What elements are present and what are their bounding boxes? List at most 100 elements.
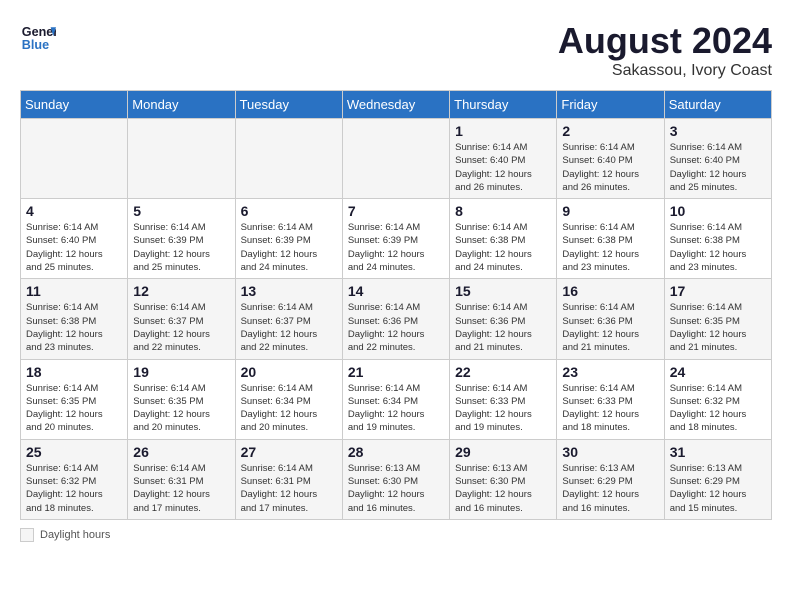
day-number: 23 <box>562 364 658 380</box>
calendar-cell <box>21 119 128 199</box>
calendar-day-header: Sunday <box>21 91 128 119</box>
calendar-day-header: Wednesday <box>342 91 449 119</box>
page-header: General Blue August 2024 Sakassou, Ivory… <box>20 20 772 80</box>
day-number: 21 <box>348 364 444 380</box>
day-info: Sunrise: 6:14 AM Sunset: 6:35 PM Dayligh… <box>670 301 766 354</box>
day-number: 9 <box>562 203 658 219</box>
day-info: Sunrise: 6:14 AM Sunset: 6:40 PM Dayligh… <box>670 141 766 194</box>
calendar-cell: 31 Sunrise: 6:13 AM Sunset: 6:29 PM Dayli… <box>664 439 771 519</box>
day-info: Sunrise: 6:14 AM Sunset: 6:39 PM Dayligh… <box>133 221 229 274</box>
day-number: 1 <box>455 123 551 139</box>
subtitle: Sakassou, Ivory Coast <box>558 62 772 80</box>
calendar-cell: 6 Sunrise: 6:14 AM Sunset: 6:39 PM Daylig… <box>235 199 342 279</box>
calendar-cell: 20Sunrise: 6:14 AM Sunset: 6:34 PM Dayli… <box>235 359 342 439</box>
day-number: 7 <box>348 203 444 219</box>
calendar-cell <box>128 119 235 199</box>
footer: Daylight hours <box>20 528 772 542</box>
calendar-cell: 28Sunrise: 6:13 AM Sunset: 6:30 PM Dayli… <box>342 439 449 519</box>
calendar-cell: 16 Sunrise: 6:14 AM Sunset: 6:36 PM Dayli… <box>557 279 664 359</box>
day-info: Sunrise: 6:14 AM Sunset: 6:31 PM Dayligh… <box>241 462 337 515</box>
daylight-box-icon <box>20 528 34 542</box>
day-number: 31 <box>670 444 766 460</box>
day-number: 19 <box>133 364 229 380</box>
day-info: Sunrise: 6:14 AM Sunset: 6:37 PM Dayligh… <box>133 301 229 354</box>
day-info: Sunrise: 6:13 AM Sunset: 6:30 PM Dayligh… <box>455 462 551 515</box>
day-info: Sunrise: 6:14 AM Sunset: 6:38 PM Dayligh… <box>562 221 658 274</box>
calendar-cell: 12 Sunrise: 6:14 AM Sunset: 6:37 PM Dayli… <box>128 279 235 359</box>
day-number: 24 <box>670 364 766 380</box>
day-info: Sunrise: 6:14 AM Sunset: 6:32 PM Dayligh… <box>26 462 122 515</box>
day-info: Sunrise: 6:14 AM Sunset: 6:36 PM Dayligh… <box>562 301 658 354</box>
day-info: Sunrise: 6:14 AM Sunset: 6:32 PM Dayligh… <box>670 382 766 435</box>
calendar-day-header: Monday <box>128 91 235 119</box>
day-info: Sunrise: 6:14 AM Sunset: 6:35 PM Dayligh… <box>133 382 229 435</box>
calendar-cell: 7Sunrise: 6:14 AM Sunset: 6:39 PM Daylig… <box>342 199 449 279</box>
calendar-cell: 29 Sunrise: 6:13 AM Sunset: 6:30 PM Dayli… <box>450 439 557 519</box>
day-number: 25 <box>26 444 122 460</box>
calendar-cell: 17 Sunrise: 6:14 AM Sunset: 6:35 PM Dayli… <box>664 279 771 359</box>
day-number: 12 <box>133 283 229 299</box>
day-number: 29 <box>455 444 551 460</box>
calendar-cell: 27 Sunrise: 6:14 AM Sunset: 6:31 PM Dayli… <box>235 439 342 519</box>
calendar-cell: 15Sunrise: 6:14 AM Sunset: 6:36 PM Dayli… <box>450 279 557 359</box>
calendar-cell: 11 Sunrise: 6:14 AM Sunset: 6:38 PM Dayli… <box>21 279 128 359</box>
day-number: 4 <box>26 203 122 219</box>
calendar-cell: 30Sunrise: 6:13 AM Sunset: 6:29 PM Dayli… <box>557 439 664 519</box>
day-info: Sunrise: 6:14 AM Sunset: 6:39 PM Dayligh… <box>241 221 337 274</box>
day-info: Sunrise: 6:14 AM Sunset: 6:40 PM Dayligh… <box>562 141 658 194</box>
calendar-cell <box>342 119 449 199</box>
calendar-week-row: 25 Sunrise: 6:14 AM Sunset: 6:32 PM Dayli… <box>21 439 772 519</box>
day-number: 10 <box>670 203 766 219</box>
day-number: 14 <box>348 283 444 299</box>
day-number: 16 <box>562 283 658 299</box>
calendar-cell: 9 Sunrise: 6:14 AM Sunset: 6:38 PM Daylig… <box>557 199 664 279</box>
day-number: 26 <box>133 444 229 460</box>
day-info: Sunrise: 6:14 AM Sunset: 6:38 PM Dayligh… <box>26 301 122 354</box>
day-number: 15 <box>455 283 551 299</box>
day-number: 17 <box>670 283 766 299</box>
day-info: Sunrise: 6:14 AM Sunset: 6:34 PM Dayligh… <box>348 382 444 435</box>
title-block: August 2024 Sakassou, Ivory Coast <box>558 20 772 80</box>
calendar-cell: 5 Sunrise: 6:14 AM Sunset: 6:39 PM Daylig… <box>128 199 235 279</box>
calendar-cell: 14Sunrise: 6:14 AM Sunset: 6:36 PM Dayli… <box>342 279 449 359</box>
day-info: Sunrise: 6:14 AM Sunset: 6:35 PM Dayligh… <box>26 382 122 435</box>
calendar-cell: 22Sunrise: 6:14 AM Sunset: 6:33 PM Dayli… <box>450 359 557 439</box>
svg-text:Blue: Blue <box>22 38 49 52</box>
day-number: 13 <box>241 283 337 299</box>
calendar-cell: 23 Sunrise: 6:14 AM Sunset: 6:33 PM Dayli… <box>557 359 664 439</box>
calendar-week-row: 1 Sunrise: 6:14 AM Sunset: 6:40 PM Daylig… <box>21 119 772 199</box>
day-info: Sunrise: 6:14 AM Sunset: 6:33 PM Dayligh… <box>562 382 658 435</box>
day-number: 6 <box>241 203 337 219</box>
calendar-day-header: Saturday <box>664 91 771 119</box>
calendar-table: SundayMondayTuesdayWednesdayThursdayFrid… <box>20 90 772 520</box>
day-info: Sunrise: 6:14 AM Sunset: 6:40 PM Dayligh… <box>26 221 122 274</box>
day-number: 28 <box>348 444 444 460</box>
day-info: Sunrise: 6:14 AM Sunset: 6:38 PM Dayligh… <box>455 221 551 274</box>
day-info: Sunrise: 6:14 AM Sunset: 6:40 PM Dayligh… <box>455 141 551 194</box>
calendar-cell <box>235 119 342 199</box>
footer-label: Daylight hours <box>40 529 110 541</box>
logo: General Blue <box>20 20 56 56</box>
day-info: Sunrise: 6:14 AM Sunset: 6:33 PM Dayligh… <box>455 382 551 435</box>
calendar-cell: 21 Sunrise: 6:14 AM Sunset: 6:34 PM Dayli… <box>342 359 449 439</box>
calendar-cell: 4 Sunrise: 6:14 AM Sunset: 6:40 PM Daylig… <box>21 199 128 279</box>
main-title: August 2024 <box>558 20 772 62</box>
calendar-header-row: SundayMondayTuesdayWednesdayThursdayFrid… <box>21 91 772 119</box>
calendar-cell: 24 Sunrise: 6:14 AM Sunset: 6:32 PM Dayli… <box>664 359 771 439</box>
calendar-cell: 8Sunrise: 6:14 AM Sunset: 6:38 PM Daylig… <box>450 199 557 279</box>
calendar-cell: 10Sunrise: 6:14 AM Sunset: 6:38 PM Dayli… <box>664 199 771 279</box>
logo-icon: General Blue <box>20 20 56 56</box>
day-number: 3 <box>670 123 766 139</box>
calendar-day-header: Friday <box>557 91 664 119</box>
day-number: 11 <box>26 283 122 299</box>
day-number: 2 <box>562 123 658 139</box>
calendar-week-row: 18Sunrise: 6:14 AM Sunset: 6:35 PM Dayli… <box>21 359 772 439</box>
day-number: 30 <box>562 444 658 460</box>
day-info: Sunrise: 6:13 AM Sunset: 6:29 PM Dayligh… <box>670 462 766 515</box>
calendar-cell: 19 Sunrise: 6:14 AM Sunset: 6:35 PM Dayli… <box>128 359 235 439</box>
day-number: 5 <box>133 203 229 219</box>
calendar-day-header: Tuesday <box>235 91 342 119</box>
calendar-cell: 13Sunrise: 6:14 AM Sunset: 6:37 PM Dayli… <box>235 279 342 359</box>
day-number: 27 <box>241 444 337 460</box>
calendar-cell: 2 Sunrise: 6:14 AM Sunset: 6:40 PM Daylig… <box>557 119 664 199</box>
